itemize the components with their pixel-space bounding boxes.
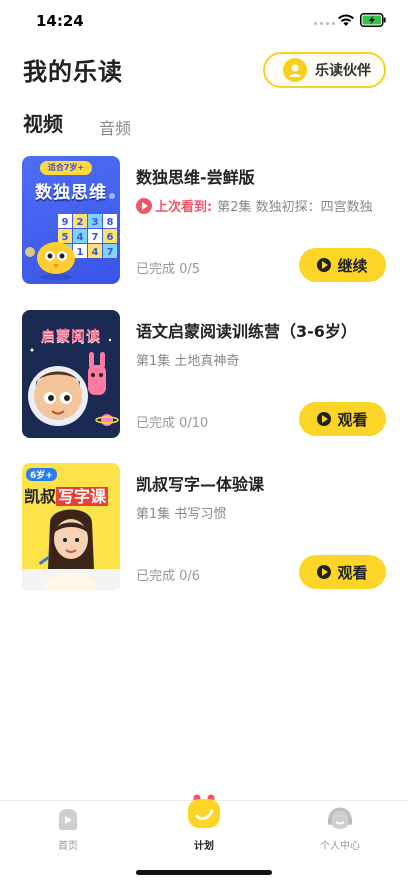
home-icon [59,809,77,830]
play-icon [317,258,332,272]
nav-plan[interactable]: 计划 [164,791,244,861]
svg-text:1: 1 [77,247,84,258]
action-label: 观看 [337,410,368,429]
home-indicator [136,870,272,875]
course-cover-writing: 6岁+ 凯叔 写字课 [22,463,120,591]
cover-title: 数独思维 [35,183,107,203]
svg-text:7: 7 [92,232,99,243]
course-progress: 已完成 0/5 [136,262,201,277]
tab-audio[interactable]: 音频 [99,115,131,139]
nav-label: 计划 [194,841,214,852]
nav-profile[interactable]: 个人中心 [300,801,380,861]
course-title: 语文启蒙阅读训练营（3-6岁） [136,322,357,341]
cover-age-badge: 适合7岁+ [47,163,85,172]
status-bar: 14:24 [0,0,408,44]
course-card-reading[interactable]: 启蒙阅读 语文启蒙阅读训练营（3-6岁） 第1集 土地真神奇 已完成 0/10 … [22,310,386,438]
tab-video[interactable]: 视频 [23,108,63,137]
last-watched-label: 上次看到: [155,200,213,215]
page-title: 我的乐读 [23,58,123,86]
svg-text:4: 4 [77,232,84,243]
svg-text:5: 5 [62,232,69,243]
watch-button[interactable]: 观看 [299,555,386,589]
partner-button-label: 乐读伙伴 [315,63,371,79]
svg-text:2: 2 [77,217,84,228]
watch-button[interactable]: 观看 [299,402,386,436]
last-watched-info: 上次看到: 第2集 数独初探：四宫数独 [136,196,386,219]
status-time: 14:24 [36,12,84,30]
course-title: 数独思维-尝鲜版 [136,168,255,187]
svg-text:7: 7 [107,247,114,258]
nav-home[interactable]: 首页 [28,801,108,861]
course-card-sudoku[interactable]: 92 38 54 76 21 47 适合7岁+ 数独思维 数独思维-尝鲜版 上次… [22,156,386,284]
plan-icon [188,794,220,828]
svg-text:9: 9 [62,217,69,228]
reading-partner-button[interactable]: 乐读伙伴 [263,52,386,88]
course-progress: 已完成 0/10 [136,416,209,431]
profile-icon [328,807,352,829]
course-episode: 第1集 土地真神奇 [136,354,240,369]
svg-text:4: 4 [92,247,99,258]
action-label: 继续 [337,256,368,275]
partner-avatar-icon [283,58,307,82]
course-card-writing[interactable]: 6岁+ 凯叔 写字课 凯叔写字—体验课 第1集 书写习惯 已完成 0/6 观看 [22,463,386,591]
last-watched-episode: 第2集 数独初探：四宫数独 [217,200,373,215]
course-title: 凯叔写字—体验课 [136,475,265,494]
play-icon [317,565,332,579]
cover-age-badge: 6岁+ [26,468,57,481]
course-episode: 第1集 书写习惯 [136,507,227,522]
course-cover-sudoku: 92 38 54 76 21 47 适合7岁+ 数独思维 [22,156,120,284]
cover-title: 凯叔 写字课 [24,483,109,507]
wifi-icon [338,14,354,26]
svg-text:3: 3 [92,217,99,228]
nav-label: 首页 [58,841,78,852]
cover-title-prefix: 凯叔 [24,487,57,506]
cover-title: 启蒙阅读 [41,329,101,345]
battery-charging-icon [360,13,386,27]
course-progress: 已完成 0/6 [136,569,201,584]
svg-text:8: 8 [107,217,114,228]
nav-label: 个人中心 [320,841,360,852]
play-icon [317,412,332,426]
continue-button[interactable]: 继续 [299,248,386,282]
signal-icon [314,22,335,25]
cover-title-highlight: 写字课 [56,487,109,506]
svg-text:6: 6 [107,232,114,243]
course-cover-reading: 启蒙阅读 [22,310,120,438]
action-label: 观看 [337,563,368,582]
play-circle-icon [136,198,152,214]
